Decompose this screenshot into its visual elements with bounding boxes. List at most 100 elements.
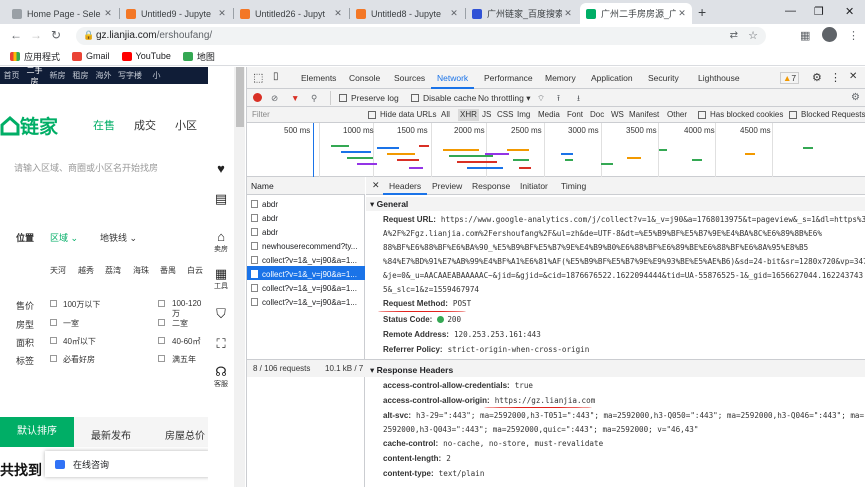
close-icon[interactable]: ✕ (448, 8, 460, 19)
bookmark-apps[interactable]: 应用程式 (10, 50, 60, 63)
menu-icon[interactable]: ⋮ (848, 29, 859, 42)
type-filter-ws[interactable]: WS (611, 110, 624, 119)
close-icon[interactable]: ✕ (562, 8, 574, 19)
close-icon[interactable]: ✕ (216, 8, 228, 19)
tag-checkbox[interactable] (158, 355, 165, 362)
sell-tool[interactable]: ⌂ 卖房 (213, 230, 229, 254)
site-nav-item[interactable]: 首页 (0, 70, 23, 81)
close-devtools-icon[interactable]: ✕ (849, 71, 857, 82)
request-row[interactable]: collect?v=1&_v=j90&a=1... (247, 280, 365, 294)
tab-application[interactable]: Application (591, 73, 633, 83)
filter-tab-subway[interactable]: 地铁线 ⌄ (100, 231, 137, 244)
filter-tab-district[interactable]: 区域 ⌄ (50, 231, 78, 244)
tag-checkbox[interactable] (50, 355, 57, 362)
browser-tab-active[interactable]: 广州二手房房源_广 ✕ (580, 3, 692, 24)
district-option[interactable]: 番禺 (160, 265, 176, 276)
type-filter-xhr[interactable]: XHR (458, 109, 479, 121)
more-icon[interactable]: ⋮ (830, 71, 841, 84)
fullscreen-tool[interactable]: ⛶ (213, 337, 229, 351)
record-icon[interactable] (253, 93, 262, 102)
search-icon[interactable]: ⚲ (311, 93, 317, 104)
browser-tab[interactable]: Home Page - Sele ✕ (6, 3, 118, 24)
throttling-select[interactable]: No throttling ▾ (478, 93, 530, 104)
bookmark-youtube[interactable]: YouTube (121, 51, 171, 61)
price-checkbox[interactable] (50, 300, 57, 307)
tab-initiator[interactable]: Initiator (520, 181, 548, 191)
area-checkbox[interactable] (158, 337, 165, 344)
request-row[interactable]: abdr (247, 196, 365, 210)
request-row[interactable]: abdr (247, 224, 365, 238)
compare-tool[interactable]: ▤ (213, 192, 229, 206)
tab-elements[interactable]: Elements (301, 73, 336, 83)
district-option[interactable]: 荔湾 (105, 265, 121, 276)
filter-input[interactable]: Filter (252, 109, 362, 121)
favorite-tool[interactable]: ♥ (213, 162, 229, 176)
general-section-header[interactable]: ▾ General (366, 197, 865, 211)
bookmark-maps[interactable]: 地图 (182, 50, 215, 63)
blocked-requests-checkbox[interactable] (789, 111, 797, 119)
warning-badge[interactable]: ▲7 (780, 72, 800, 84)
filter-option[interactable]: 40-60㎡ (172, 336, 200, 347)
shield-tool[interactable]: ⛉ (213, 307, 229, 321)
filter-option[interactable]: 一室 (63, 318, 79, 329)
type-filter-css[interactable]: CSS (497, 110, 513, 119)
close-details-icon[interactable]: ✕ (372, 180, 380, 191)
preserve-log-checkbox[interactable] (339, 94, 347, 102)
page-scrollbar[interactable] (234, 67, 245, 487)
tab-console[interactable]: Console (349, 73, 380, 83)
type-filter-js[interactable]: JS (482, 110, 491, 119)
request-row[interactable]: collect?v=1&_v=j90&a=1... (247, 252, 365, 266)
site-nav-item[interactable]: 写字楼 (115, 70, 145, 81)
online-icon[interactable]: ⌔ (537, 93, 545, 104)
type-filter-media[interactable]: Media (538, 110, 560, 119)
service-tool[interactable]: ☊ 客服 (213, 365, 229, 389)
name-column-header[interactable]: Name (247, 177, 365, 195)
tools-tool[interactable]: ▦ 工具 (213, 267, 229, 291)
import-har-icon[interactable]: ⭱ (557, 93, 560, 107)
type-filter-img[interactable]: Img (517, 110, 530, 119)
tab-headers[interactable]: Headers (382, 181, 428, 195)
sort-default[interactable]: 默认排序 (0, 417, 74, 447)
nav-sold[interactable]: 成交 (134, 117, 156, 133)
request-row[interactable]: abdr (247, 210, 365, 224)
sort-price[interactable]: 房屋总价 (165, 427, 205, 442)
type-filter-other[interactable]: Other (667, 110, 687, 119)
network-overview[interactable]: 500 ms 1000 ms 1500 ms 2000 ms 2500 ms 3… (247, 123, 865, 177)
browser-tab[interactable]: Untitled9 - Jupyte ✕ (120, 3, 232, 24)
hide-data-urls-checkbox[interactable] (368, 111, 376, 119)
type-checkbox[interactable] (50, 319, 57, 326)
filter-option[interactable]: 100-120万 (172, 299, 208, 319)
new-tab-button[interactable]: + (698, 4, 706, 20)
clear-icon[interactable]: ⊘ (271, 93, 278, 104)
filter-option[interactable]: 满五年 (172, 354, 196, 365)
browser-tab[interactable]: Untitled8 - Jupyte ✕ (350, 3, 464, 24)
site-nav-item[interactable]: 海外 (92, 70, 115, 81)
search-input[interactable]: 请输入区域、商圈或小区名开始找房 (14, 161, 158, 174)
device-toolbar-icon[interactable]: ▯ (273, 71, 279, 82)
lock-icon[interactable]: 🔒 (83, 30, 94, 41)
sort-latest[interactable]: 最新发布 (91, 427, 131, 442)
request-row[interactable]: collect?v=1&_v=j90&a=1... (247, 294, 365, 308)
translate-icon[interactable]: ⇄ (730, 30, 738, 41)
site-nav-item[interactable]: 小 (145, 70, 168, 81)
tab-sources[interactable]: Sources (394, 73, 425, 83)
reload-icon[interactable]: ↻ (51, 28, 61, 42)
blocked-cookies-checkbox[interactable] (698, 111, 706, 119)
close-window-icon[interactable]: ✕ (845, 5, 854, 18)
filter-option[interactable]: 必看好房 (63, 354, 95, 365)
tab-security[interactable]: Security (648, 73, 679, 83)
filter-option[interactable]: 100万以下 (63, 299, 100, 310)
filter-option[interactable]: 二室 (172, 318, 188, 329)
response-headers-section-header[interactable]: ▾ Response Headers (366, 363, 865, 377)
tab-timing[interactable]: Timing (561, 181, 586, 191)
site-nav-item[interactable]: 新房 (46, 70, 69, 81)
tab-lighthouse[interactable]: Lighthouse (698, 73, 740, 83)
address-bar[interactable]: 🔒 gz.lianjia.com/ershoufang/ ⇄ ☆ (76, 27, 766, 45)
restore-icon[interactable]: ❐ (814, 5, 824, 18)
type-filter-doc[interactable]: Doc (590, 110, 604, 119)
back-icon[interactable]: ← (10, 28, 22, 42)
site-logo[interactable]: 链家 (0, 112, 58, 139)
export-har-icon[interactable]: ⭳ (577, 93, 580, 107)
site-nav-item[interactable]: 租房 (69, 70, 92, 81)
district-option[interactable]: 海珠 (133, 265, 149, 276)
